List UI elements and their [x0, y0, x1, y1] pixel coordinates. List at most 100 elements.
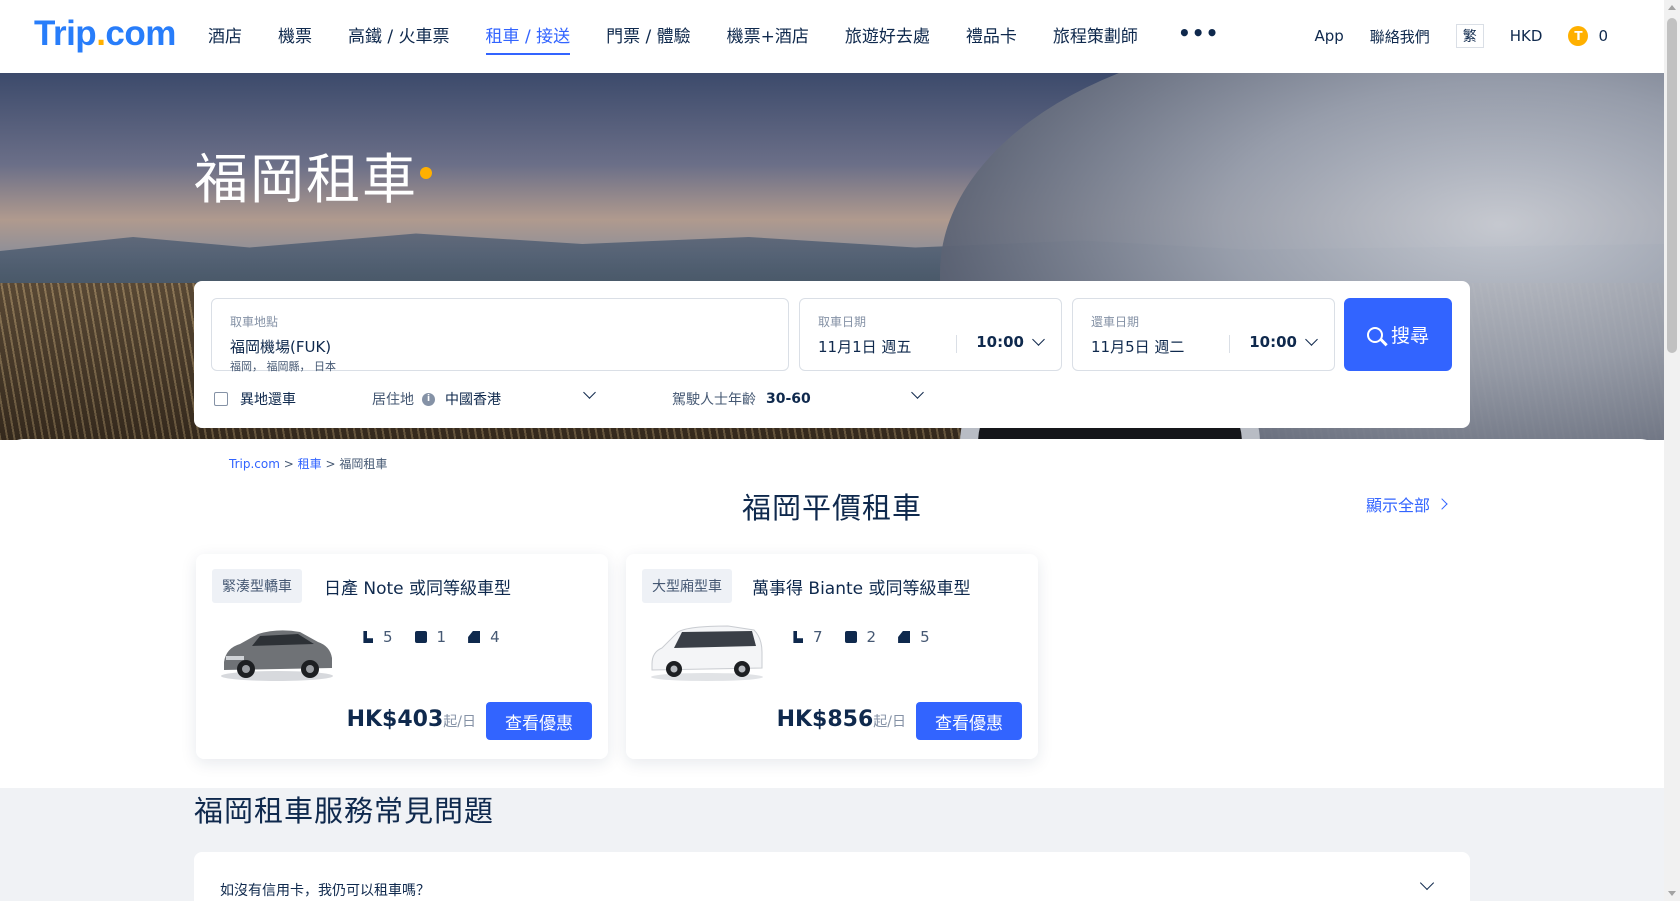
chevron-down-icon: [1419, 875, 1435, 891]
price-unit: 起/日: [873, 714, 906, 730]
nav-attractions[interactable]: 門票 / 體驗: [606, 22, 691, 55]
coin-balance: 0: [1598, 27, 1608, 45]
scrollbar-thumb[interactable]: [1667, 18, 1677, 353]
return-date-label: 還車日期: [1091, 315, 1140, 329]
language-selector[interactable]: 繁: [1455, 24, 1484, 48]
contact-link[interactable]: 聯絡我們: [1370, 26, 1430, 47]
return-time-select[interactable]: 10:00: [1229, 333, 1318, 353]
header-utilities: App 聯絡我們 繁 HKD T 0: [1314, 24, 1608, 48]
car-model-name: 萬事得 Biante 或同等級車型: [752, 579, 971, 599]
trip-coin-icon: T: [1568, 26, 1589, 46]
driver-age-label: 駕駛人士年齡: [672, 392, 756, 408]
price-amount: HK$856: [776, 707, 874, 732]
pickup-date-label: 取車日期: [818, 315, 867, 329]
car-image-nissan-note: [221, 630, 333, 681]
door-icon: [898, 631, 911, 643]
doors-count: 4: [490, 628, 500, 646]
breadcrumb: Trip.com > 租車 > 福岡租車: [229, 455, 387, 472]
pickup-date-field[interactable]: 取車日期 11月1日 週五 10:00: [799, 298, 1062, 371]
info-icon[interactable]: i: [422, 392, 435, 406]
hero-banner: 福岡租車 取車地點 福岡機場(FUK) 福岡， 福岡縣， 日本 取車日期 11月…: [0, 73, 1664, 440]
doors-count: 5: [920, 628, 930, 646]
different-return-option[interactable]: 異地還車: [214, 389, 296, 409]
search-icon: [1366, 326, 1383, 343]
residence-value: 中國香港: [445, 392, 501, 408]
breadcrumb-separator: >: [283, 457, 294, 471]
doors-spec: 4: [468, 628, 500, 646]
luggage-icon: [414, 631, 427, 643]
seat-icon: [793, 631, 803, 643]
app-link[interactable]: App: [1314, 27, 1343, 45]
faq-question: 如沒有信用卡，我仍可以租車嗎？: [220, 883, 430, 899]
car-specs: 7 2 5: [791, 628, 930, 646]
faq-section: 福岡租車服務常見問題 如沒有信用卡，我仍可以租車嗎？: [0, 788, 1664, 901]
car-model-name: 日產 Note 或同等級車型: [324, 579, 512, 599]
bags-count: 1: [436, 628, 447, 646]
doors-spec: 5: [898, 628, 930, 646]
pickup-time-value: 10:00: [976, 333, 1024, 351]
chevron-down-icon: [1305, 333, 1318, 346]
faq-title: 福岡租車服務常見問題: [194, 794, 495, 828]
view-deal-button[interactable]: 查看優惠: [486, 702, 592, 740]
pickup-time-select[interactable]: 10:00: [956, 333, 1045, 353]
show-all-label: 顯示全部: [1366, 496, 1431, 515]
price-per-day: HK$403起/日: [347, 707, 476, 732]
show-all-link[interactable]: 顯示全部: [1366, 492, 1448, 516]
driver-age-select[interactable]: 駕駛人士年齡 30-60: [672, 386, 924, 409]
different-return-checkbox[interactable]: [214, 392, 228, 406]
nav-trip-planner[interactable]: 旅程策劃師: [1053, 22, 1138, 55]
seats-spec: 7: [791, 628, 823, 646]
return-time-value: 10:00: [1249, 333, 1297, 351]
car-category-tag: 緊湊型轎車: [212, 569, 302, 603]
chevron-right-icon: [1436, 498, 1448, 510]
car-deal-card[interactable]: 緊湊型轎車 日產 Note 或同等級車型 5 1 4 HK$403起/日 查看優…: [196, 554, 608, 759]
trip-coins[interactable]: T 0: [1568, 26, 1608, 46]
search-panel: 取車地點 福岡機場(FUK) 福岡， 福岡縣， 日本 取車日期 11月1日 週五…: [194, 281, 1470, 428]
door-icon: [468, 631, 481, 643]
driver-age-value: 30-60: [766, 391, 811, 407]
title-dot-decoration: [420, 167, 432, 179]
scroll-down-arrow-icon[interactable]: [1668, 891, 1676, 896]
top-navigation: Trip.com 酒店 機票 高鐵 / 火車票 租車 / 接送 門票 / 體驗 …: [0, 0, 1664, 73]
page-title: 福岡租車: [194, 148, 418, 211]
pickup-location-sub: 福岡， 福岡縣， 日本: [230, 360, 336, 373]
nav-car-rental[interactable]: 租車 / 接送: [485, 22, 571, 55]
bags-spec: 1: [414, 628, 447, 646]
breadcrumb-home[interactable]: Trip.com: [229, 457, 280, 471]
car-specs: 5 1 4: [361, 628, 500, 646]
currency-selector[interactable]: HKD: [1510, 27, 1543, 45]
trip-logo[interactable]: Trip.com: [34, 14, 176, 54]
breadcrumb-current: 福岡租車: [339, 457, 388, 471]
scroll-up-arrow-icon[interactable]: [1668, 5, 1676, 10]
pickup-location-field[interactable]: 取車地點 福岡機場(FUK) 福岡， 福岡縣， 日本: [211, 298, 789, 373]
car-category-tag: 大型廂型車: [642, 569, 732, 603]
nav-destinations[interactable]: 旅遊好去處: [845, 22, 930, 55]
car-deal-card[interactable]: 大型廂型車 萬事得 Biante 或同等級車型 7 2 5 HK$856起/日 …: [626, 554, 1038, 759]
deals-section: Trip.com > 租車 > 福岡租車 福岡平價租車 顯示全部 緊湊型轎車 日…: [0, 439, 1664, 789]
nav-gift-cards[interactable]: 禮品卡: [966, 22, 1017, 55]
nav-flight-hotel[interactable]: 機票+酒店: [727, 22, 809, 55]
search-button[interactable]: 搜尋: [1344, 298, 1452, 371]
price-unit: 起/日: [443, 714, 476, 730]
view-deal-button[interactable]: 查看優惠: [916, 702, 1022, 740]
search-button-label: 搜尋: [1390, 325, 1429, 347]
seats-count: 7: [813, 628, 823, 646]
breadcrumb-separator: >: [325, 457, 336, 471]
faq-item[interactable]: 如沒有信用卡，我仍可以租車嗎？: [194, 852, 1470, 901]
more-menu-icon[interactable]: •••: [1178, 21, 1219, 45]
breadcrumb-car-rental[interactable]: 租車: [298, 457, 322, 471]
price-amount: HK$403: [346, 707, 444, 732]
residence-select[interactable]: 居住地 i 中國香港: [372, 386, 596, 409]
nav-trains[interactable]: 高鐵 / 火車票: [348, 22, 450, 55]
nav-hotels[interactable]: 酒店: [208, 22, 242, 55]
nav-flights[interactable]: 機票: [278, 22, 312, 55]
pickup-location-label: 取車地點: [230, 315, 279, 329]
different-return-label: 異地還車: [240, 392, 296, 408]
chevron-down-icon: [911, 386, 924, 399]
page-scrollbar[interactable]: [1664, 0, 1680, 901]
seats-spec: 5: [361, 628, 393, 646]
seats-count: 5: [383, 628, 393, 646]
chevron-down-icon: [1032, 333, 1045, 346]
car-image-mazda-biante: [651, 625, 763, 681]
return-date-field[interactable]: 還車日期 11月5日 週二 10:00: [1072, 298, 1335, 371]
